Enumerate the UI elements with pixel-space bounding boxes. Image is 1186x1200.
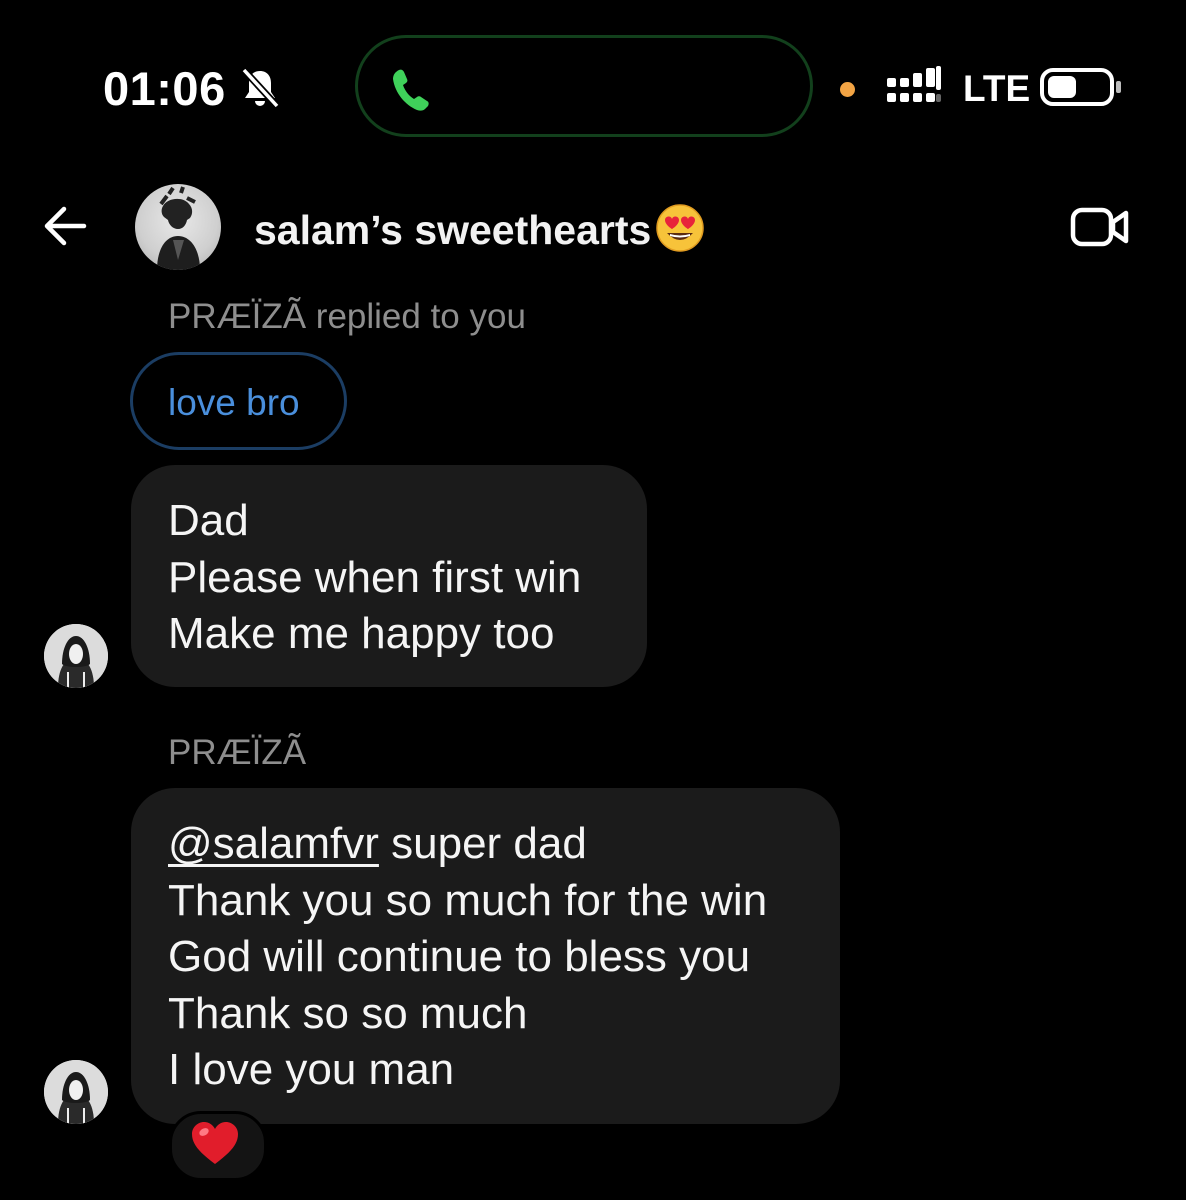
quoted-reply-text: love bro xyxy=(168,382,300,423)
hooded-figure-image xyxy=(44,1060,108,1124)
message-line-rest: super dad xyxy=(378,819,587,868)
avatar-figure-image xyxy=(157,186,200,270)
message-line: Dad xyxy=(168,496,249,545)
network-type: LTE xyxy=(963,68,1031,109)
status-time: 01:06 xyxy=(103,62,226,115)
heart-eyes-emoji-icon xyxy=(656,204,705,252)
message-line: Thank so so much xyxy=(168,988,528,1038)
hooded-figure-image xyxy=(44,624,108,688)
back-arrow-icon[interactable] xyxy=(40,203,90,249)
reply-context-label: PRÆÏZÃ replied to you xyxy=(168,297,526,336)
message-line: @salamfvr super dad xyxy=(168,816,767,873)
group-title[interactable]: salam’s sweethearts xyxy=(254,203,705,255)
message-line: Please when first win xyxy=(168,552,582,602)
privacy-dot-icon xyxy=(840,82,855,97)
sender-name: PRÆÏZÃ xyxy=(168,733,307,772)
sender-avatar[interactable] xyxy=(44,1060,108,1124)
red-heart-emoji-icon xyxy=(192,1122,238,1164)
message-2-text: @salamfvr super dad Thank you so much fo… xyxy=(168,816,767,1099)
video-call-icon[interactable] xyxy=(1070,205,1130,249)
message-line: I love you man xyxy=(168,1045,455,1094)
bell-muted-icon xyxy=(241,67,280,109)
message-line: Thank you so much for the win xyxy=(168,875,768,925)
message-line: Make me happy too xyxy=(168,609,555,658)
phone-call-icon[interactable] xyxy=(390,66,430,112)
cellular-signal-icon xyxy=(887,66,945,104)
battery-icon xyxy=(1040,68,1121,106)
group-avatar[interactable] xyxy=(135,184,221,270)
group-title-text: salam’s sweethearts xyxy=(254,207,652,253)
sender-avatar[interactable] xyxy=(44,624,108,688)
message-1-text: Dad Please when first win Make me happy … xyxy=(168,493,581,663)
message-line: God will continue to bless you xyxy=(168,932,751,981)
user-mention-link[interactable]: @salamfvr xyxy=(168,819,379,868)
